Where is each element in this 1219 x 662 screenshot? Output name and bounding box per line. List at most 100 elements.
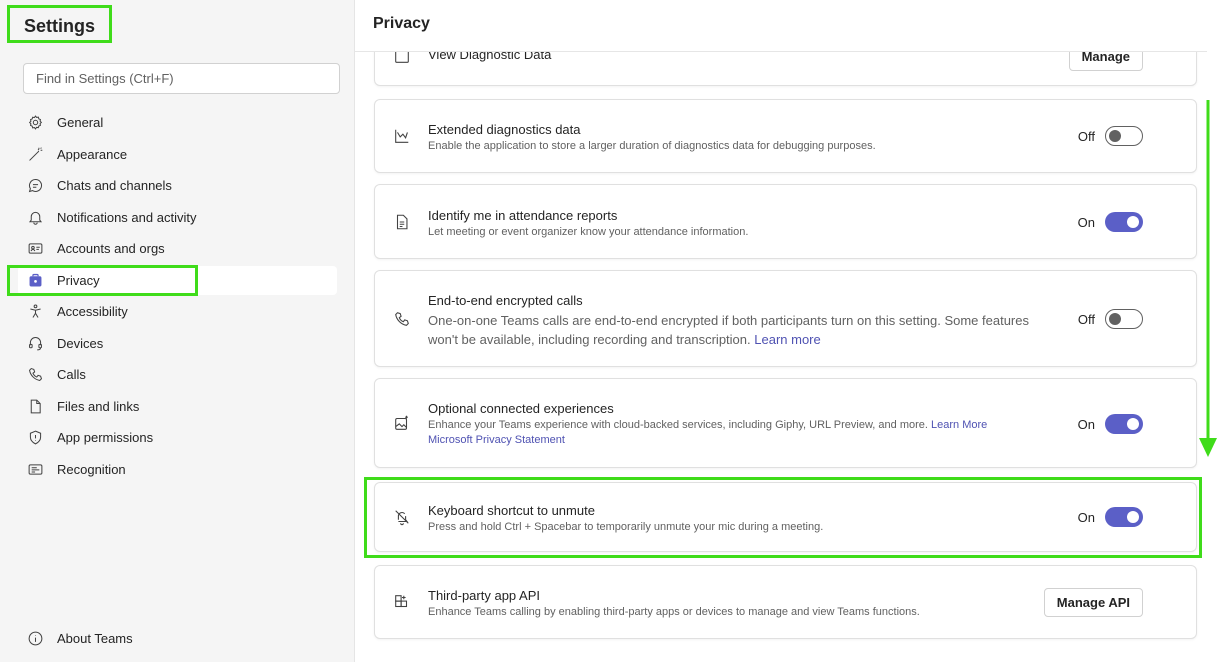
accessibility-icon (26, 303, 44, 321)
card-description: Press and hold Ctrl + Spacebar to tempor… (428, 521, 824, 533)
unmute-toggle-group: On (1078, 507, 1143, 527)
briefcase-lock-icon (26, 272, 44, 290)
toggle-knob (1127, 216, 1139, 228)
sidebar-item-accessibility[interactable]: Accessibility (18, 297, 337, 326)
sidebar-item-label: Appearance (57, 147, 128, 162)
card-description: One-on-one Teams calls are end-to-end en… (428, 311, 1058, 349)
chart-line-icon (393, 127, 411, 145)
settings-search-input[interactable] (23, 63, 340, 94)
e2e-toggle[interactable] (1105, 309, 1143, 329)
connected-experiences-toggle-group: On (1078, 414, 1143, 434)
toggle-state-label: Off (1077, 128, 1095, 144)
card-title: Keyboard shortcut to unmute (428, 503, 595, 518)
card-title: Optional connected experiences (428, 401, 614, 416)
card-description: Enhance Teams calling by enabling third-… (428, 606, 920, 618)
sidebar-item-accounts[interactable]: Accounts and orgs (18, 234, 337, 263)
card-title: Identify me in attendance reports (428, 208, 618, 223)
settings-sidebar: Settings General Appearance Chats and ch… (0, 0, 355, 662)
sidebar-item-label: Devices (57, 336, 104, 351)
card-title: End-to-end encrypted calls (428, 293, 583, 308)
sidebar-item-files[interactable]: Files and links (18, 392, 337, 421)
card-description-text: Enhance your Teams experience with cloud… (428, 419, 928, 431)
toggle-knob (1109, 130, 1121, 142)
card-title: View Diagnostic Data (428, 52, 552, 62)
sidebar-item-label: General (57, 115, 104, 130)
document-text-icon (393, 213, 411, 231)
page-title: Privacy (373, 15, 430, 32)
card-extended-diagnostics: Extended diagnostics data Enable the app… (374, 99, 1197, 173)
learn-more-link[interactable]: Learn More (931, 419, 987, 431)
connected-experiences-toggle[interactable] (1105, 414, 1143, 434)
card-e2e-encrypted-calls: End-to-end encrypted calls One-on-one Te… (374, 270, 1197, 367)
toggle-knob (1127, 418, 1139, 430)
sidebar-item-general[interactable]: General (18, 108, 337, 137)
sidebar-item-recognition[interactable]: Recognition (18, 455, 337, 484)
attendance-toggle-group: On (1078, 212, 1143, 232)
card-description-text: One-on-one Teams calls are end-to-end en… (428, 313, 1029, 347)
headset-icon (26, 335, 44, 353)
phone-icon (393, 310, 411, 328)
sidebar-item-notifications[interactable]: Notifications and activity (18, 203, 337, 232)
toggle-knob (1109, 313, 1121, 325)
magic-wand-icon (26, 146, 44, 164)
sidebar-item-devices[interactable]: Devices (18, 329, 337, 358)
about-teams-item[interactable]: About Teams (18, 624, 337, 653)
settings-title: Settings (24, 16, 96, 36)
attendance-toggle[interactable] (1105, 212, 1143, 232)
learn-more-link[interactable]: Learn more (754, 332, 820, 347)
recognition-icon (26, 461, 44, 479)
unmute-toggle[interactable] (1105, 507, 1143, 527)
e2e-toggle-group: Off (1078, 309, 1143, 329)
card-connected-experiences: Optional connected experiences Enhance y… (374, 378, 1197, 468)
sidebar-item-chats[interactable]: Chats and channels (18, 171, 337, 200)
sidebar-item-appearance[interactable]: Appearance (18, 140, 337, 169)
card-view-diagnostic-data: View Diagnostic Data Manage (374, 52, 1197, 86)
manage-button[interactable]: Manage (1068, 52, 1143, 71)
sidebar-item-label: Accessibility (57, 304, 128, 319)
main-header: Privacy (355, 0, 1207, 52)
toggle-state-label: On (1077, 214, 1095, 230)
sidebar-item-label: Accounts and orgs (57, 241, 165, 256)
card-description: Enhance your Teams experience with cloud… (428, 418, 1028, 448)
shield-icon (26, 429, 44, 447)
sidebar-item-label: App permissions (57, 430, 154, 445)
diagnostic-icon (393, 52, 411, 65)
card-attendance-reports: Identify me in attendance reports Let me… (374, 184, 1197, 259)
sidebar-item-label: Privacy (57, 273, 100, 288)
sidebar-item-label: Chats and channels (57, 178, 172, 193)
sidebar-item-label: Notifications and activity (57, 210, 197, 225)
sidebar-item-calls[interactable]: Calls (18, 360, 337, 389)
bell-icon (26, 209, 44, 227)
sidebar-item-label: Calls (57, 367, 86, 382)
card-title: Third-party app API (428, 588, 540, 603)
info-icon (26, 630, 44, 648)
privacy-settings-list[interactable]: View Diagnostic Data Manage Extended dia… (355, 52, 1219, 662)
apps-add-icon (393, 593, 411, 611)
sidebar-item-label: Recognition (57, 462, 126, 477)
document-icon (26, 398, 44, 416)
phone-icon (26, 366, 44, 384)
card-description: Let meeting or event organizer know your… (428, 226, 749, 238)
card-third-party-api: Third-party app API Enhance Teams callin… (374, 565, 1197, 639)
scroll-down-arrow-icon (1199, 100, 1217, 457)
mic-off-icon (393, 508, 411, 526)
sidebar-item-privacy[interactable]: Privacy (18, 266, 337, 295)
card-title: Extended diagnostics data (428, 122, 581, 137)
sidebar-item-app-permissions[interactable]: App permissions (18, 423, 337, 452)
toggle-knob (1127, 511, 1139, 523)
privacy-statement-link[interactable]: Microsoft Privacy Statement (428, 434, 565, 446)
extended-diagnostics-toggle[interactable] (1105, 126, 1143, 146)
image-sparkle-icon (393, 414, 411, 432)
card-description: Enable the application to store a larger… (428, 140, 876, 152)
toggle-state-label: Off (1077, 311, 1095, 327)
about-teams-label: About Teams (57, 631, 133, 646)
sidebar-item-label: Files and links (57, 399, 140, 414)
chat-icon (26, 177, 44, 195)
toggle-state-label: On (1077, 416, 1095, 432)
contact-card-icon (26, 240, 44, 258)
gear-icon (26, 114, 44, 132)
manage-api-button[interactable]: Manage API (1043, 588, 1143, 617)
toggle-state-label: On (1077, 509, 1095, 525)
extended-diagnostics-toggle-group: Off (1078, 126, 1143, 146)
card-keyboard-unmute: Keyboard shortcut to unmute Press and ho… (374, 482, 1197, 552)
